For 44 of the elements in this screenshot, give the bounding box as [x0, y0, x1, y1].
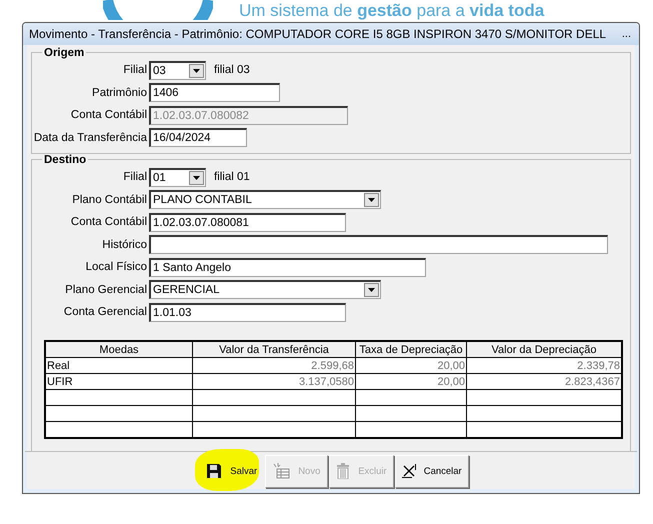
- overflow-glyph: ...: [622, 28, 631, 40]
- tagline: Um sistema de gestão para a vida toda: [239, 0, 544, 21]
- branch-name: filial 01: [214, 171, 250, 184]
- input-field[interactable]: 1.01.03: [149, 302, 346, 322]
- window-title: Movimento - Transferência - Patrimônio: COMPUTADOR CORE I5 8GB INSPIRON 3470 S/MONITOR DELL: [29, 26, 606, 41]
- column-header: Valor da Depreciação: [466, 341, 622, 358]
- cancel-button[interactable]: Cancelar: [394, 454, 469, 488]
- field-label: Histórico: [101, 238, 148, 251]
- table-cell: 20,00: [356, 374, 466, 390]
- table-cell: 3.137,0580: [192, 374, 356, 390]
- field-label: Local Físico: [84, 261, 148, 274]
- trash-icon: [336, 463, 350, 480]
- table-cell: Real: [45, 358, 192, 374]
- field-label: Plano Contábil: [71, 194, 148, 206]
- table-cell: 20,00: [356, 358, 466, 374]
- field-label: Filial: [122, 171, 148, 184]
- dropdown[interactable]: 01: [149, 168, 206, 187]
- column-header: Taxa de Depreciação: [356, 341, 466, 358]
- group-legend: Destino: [42, 154, 88, 166]
- table-cell: 2.599,68: [192, 358, 356, 374]
- field-label: Patrimônio: [91, 86, 148, 99]
- group-legend: Origem: [42, 46, 86, 59]
- field-label: Plano Gerencial: [64, 284, 148, 296]
- field-label: Data da Transferência: [32, 132, 148, 144]
- column-header: Valor da Transferência: [192, 341, 356, 358]
- dropdown[interactable]: GERENCIAL: [149, 280, 381, 300]
- new-grid-icon: [272, 463, 290, 480]
- close-icon: [402, 464, 416, 478]
- input-field[interactable]: 1 Santo Angelo: [149, 258, 426, 277]
- field-label: Conta Contábil: [70, 216, 148, 228]
- table-cell: UFIR: [45, 374, 192, 390]
- field-label: Filial: [122, 64, 148, 76]
- branch-name: filial 03: [214, 64, 250, 76]
- save-button[interactable]: Salvar: [199, 454, 264, 488]
- field-label: Conta Gerencial: [62, 306, 148, 318]
- input-field[interactable]: 1406: [149, 83, 280, 102]
- column-header: Moedas: [45, 341, 192, 358]
- input-field[interactable]: 16/04/2024: [149, 128, 247, 148]
- dropdown[interactable]: 03: [149, 60, 206, 80]
- field-label: Conta Contábil: [70, 109, 148, 122]
- logo-icon: [103, 0, 213, 20]
- dropdown[interactable]: PLANO CONTABIL: [149, 190, 381, 210]
- input-field[interactable]: 1.02.03.07.080081: [149, 212, 346, 232]
- input-field[interactable]: [149, 235, 608, 254]
